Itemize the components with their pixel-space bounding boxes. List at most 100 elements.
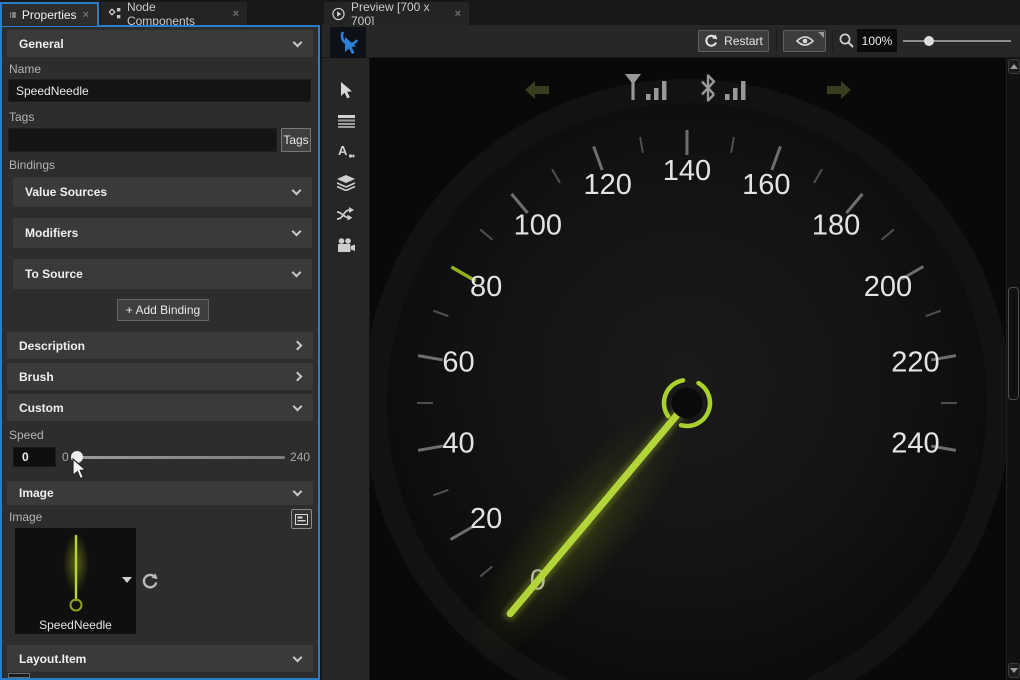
zoom-slider-handle[interactable] — [924, 36, 934, 46]
node-components-icon — [109, 8, 121, 20]
section-to-source[interactable]: To Source — [13, 259, 312, 289]
tab-node-components-close-icon[interactable]: × — [233, 8, 239, 20]
turn-right-indicator-icon — [827, 80, 851, 100]
tool-camera[interactable] — [322, 230, 370, 260]
bindings-label: Bindings — [9, 158, 55, 172]
speedometer-gauge: 020406080100120140160180200220240 — [370, 58, 1006, 680]
tool-layers[interactable] — [322, 168, 370, 198]
image-asset-tile[interactable]: SpeedNeedle — [15, 528, 136, 634]
tab-properties-label: Properties — [22, 8, 77, 22]
image-dropdown-caret-icon[interactable] — [122, 577, 132, 583]
preview-canvas[interactable]: 020406080100120140160180200220240 — [370, 58, 1006, 680]
section-description-title: Description — [19, 339, 85, 353]
tool-select[interactable] — [322, 75, 370, 105]
scroll-down-button[interactable] — [1008, 663, 1020, 678]
section-brush[interactable]: Brush — [7, 363, 313, 390]
add-binding-button[interactable]: + Add Binding — [117, 299, 209, 321]
zoom-value[interactable]: 100% — [857, 29, 897, 52]
chevron-down-icon — [293, 652, 303, 662]
image-reset-button[interactable] — [141, 572, 159, 595]
play-circle-icon — [332, 7, 345, 21]
restart-button[interactable]: Restart — [698, 30, 769, 52]
tab-node-components[interactable]: Node Components × — [101, 2, 247, 25]
eye-icon — [796, 35, 814, 47]
speed-slider-min-label: 0 — [62, 450, 69, 464]
name-label: Name — [9, 62, 41, 76]
tool-connections[interactable] — [322, 199, 370, 229]
restart-icon — [704, 34, 718, 48]
section-general[interactable]: General — [7, 30, 313, 57]
svg-text:140: 140 — [663, 155, 711, 187]
section-brush-title: Brush — [19, 370, 54, 384]
turn-left-indicator-icon — [525, 80, 549, 100]
section-general-title: General — [19, 37, 64, 51]
section-layout-item[interactable]: Layout.Item — [7, 645, 313, 672]
svg-text:100: 100 — [514, 209, 562, 241]
chevron-down-icon — [292, 186, 302, 196]
kanzi-studio-window: Properties × Node Components × General N… — [0, 0, 1020, 680]
interact-cursor-icon — [337, 31, 359, 55]
chevron-down-icon — [293, 37, 303, 47]
left-tabstrip: Properties × Node Components × — [0, 0, 322, 25]
section-image[interactable]: Image — [7, 481, 313, 505]
preview-vertical-scrollbar[interactable] — [1006, 58, 1020, 680]
bluetooth-signal-icon — [700, 74, 748, 102]
needle-asset-thumbnail — [46, 528, 106, 616]
svg-text:80: 80 — [470, 271, 502, 303]
image-asset-name: SpeedNeedle — [39, 618, 112, 632]
tab-node-components-label: Node Components — [127, 0, 227, 28]
name-input[interactable] — [8, 79, 311, 102]
speed-slider-max-label: 240 — [290, 450, 310, 464]
next-row-partial — [8, 673, 30, 678]
restart-label: Restart — [724, 34, 763, 48]
scroll-up-button[interactable] — [1008, 59, 1020, 74]
chevron-down-icon — [292, 268, 302, 278]
section-value-sources[interactable]: Value Sources — [13, 177, 312, 207]
dropdown-corner-icon — [818, 32, 824, 38]
layers-icon — [337, 175, 355, 191]
tab-properties-close-icon[interactable]: × — [83, 9, 89, 21]
tags-input[interactable] — [8, 128, 277, 152]
section-layout-item-title: Layout.Item — [19, 652, 86, 666]
tags-button[interactable]: Tags — [281, 128, 311, 152]
speed-slider-track[interactable] — [78, 456, 285, 459]
properties-list-icon — [10, 10, 16, 20]
svg-text:180: 180 — [812, 209, 860, 241]
svg-text:20: 20 — [470, 503, 502, 535]
svg-text:200: 200 — [864, 271, 912, 303]
visibility-button[interactable] — [783, 30, 826, 52]
tab-preview-close-icon[interactable]: × — [455, 8, 461, 20]
section-modifiers-title: Modifiers — [25, 226, 78, 240]
tool-text[interactable]: A — [322, 136, 370, 166]
tool-grid[interactable] — [322, 106, 370, 136]
chevron-down-icon — [293, 401, 303, 411]
table-icon — [338, 115, 355, 128]
chevron-down-icon — [293, 487, 303, 497]
triangle-up-icon — [1010, 64, 1018, 69]
image-editor-button[interactable] — [291, 509, 312, 529]
section-description[interactable]: Description — [7, 332, 313, 359]
chevron-down-icon — [292, 227, 302, 237]
antenna-signal-icon — [625, 74, 669, 102]
video-camera-icon — [337, 238, 355, 253]
zoom-magnifier-icon — [839, 33, 854, 49]
svg-text:60: 60 — [442, 347, 474, 379]
image-label: Image — [9, 510, 42, 524]
form-editor-icon — [295, 514, 308, 525]
tab-properties[interactable]: Properties × — [0, 2, 99, 25]
tags-label: Tags — [9, 110, 34, 124]
tab-preview[interactable]: Preview [700 x 700] × — [324, 2, 469, 25]
tool-interact-selected[interactable] — [330, 27, 366, 59]
section-modifiers[interactable]: Modifiers — [13, 218, 312, 248]
svg-text:120: 120 — [583, 169, 631, 201]
speed-value-input[interactable]: 0 — [13, 447, 56, 467]
select-cursor-icon — [340, 82, 353, 99]
svg-text:160: 160 — [742, 169, 790, 201]
preview-tool-column: A — [322, 58, 370, 680]
zoom-slider-track[interactable] — [903, 40, 1011, 42]
section-value-sources-title: Value Sources — [25, 185, 107, 199]
svg-text:220: 220 — [891, 347, 939, 379]
section-image-title: Image — [19, 486, 54, 500]
section-custom[interactable]: Custom — [7, 394, 313, 421]
scrollbar-thumb[interactable] — [1008, 287, 1019, 400]
